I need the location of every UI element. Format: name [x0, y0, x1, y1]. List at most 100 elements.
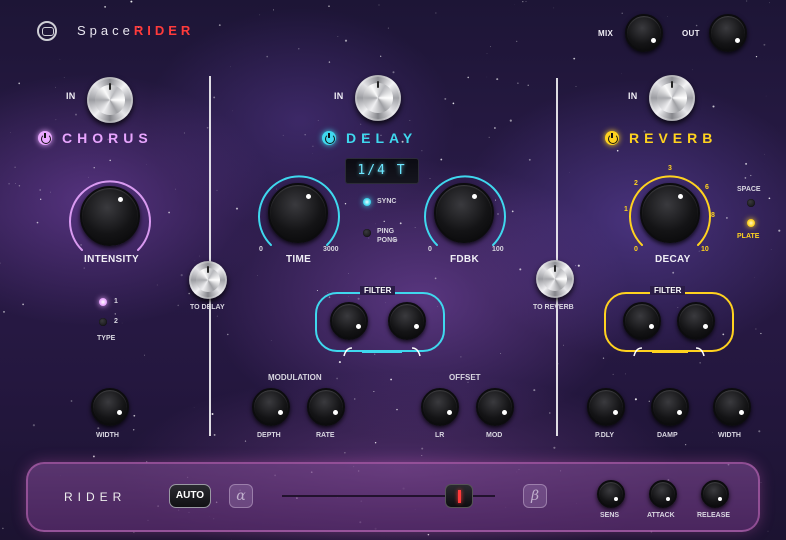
- reverb-width-knob[interactable]: [713, 388, 751, 426]
- star: [392, 71, 395, 74]
- star: [244, 440, 247, 442]
- rider-slider-handle[interactable]: [445, 484, 473, 508]
- helmet-logo-icon: [37, 21, 57, 41]
- reverb-in-knob[interactable]: [649, 75, 695, 121]
- decay-scale-10: 10: [701, 246, 709, 253]
- reverb-filter-high-knob[interactable]: [677, 302, 715, 340]
- rider-title: RIDER: [64, 490, 127, 504]
- star: [577, 264, 580, 267]
- rider-attack-knob[interactable]: [649, 480, 677, 508]
- rider-release-knob[interactable]: [701, 480, 729, 508]
- reverb-pdly-knob[interactable]: [587, 388, 625, 426]
- offset-mod-label: MOD: [486, 432, 503, 439]
- delay-title: DELAY: [346, 130, 418, 146]
- star: [758, 430, 761, 433]
- delay-filter-curve-icon: [343, 347, 421, 357]
- star: [440, 158, 443, 161]
- star: [75, 113, 77, 116]
- star: [316, 289, 318, 292]
- delay-time-display[interactable]: 1/4 T: [345, 158, 419, 184]
- star: [328, 5, 330, 7]
- reverb-space-led[interactable]: [747, 199, 755, 207]
- star: [218, 24, 221, 26]
- star: [760, 332, 762, 335]
- star: [427, 533, 430, 536]
- reverb-damp-knob[interactable]: [651, 388, 689, 426]
- to-delay-knob[interactable]: [189, 261, 227, 299]
- star: [133, 414, 136, 417]
- mod-depth-knob[interactable]: [252, 388, 290, 426]
- star: [452, 102, 455, 105]
- star: [750, 174, 752, 177]
- mix-knob[interactable]: [625, 14, 663, 52]
- star: [500, 353, 502, 354]
- chorus-width-knob[interactable]: [91, 388, 129, 426]
- star: [273, 9, 275, 11]
- reverb-plate-label: PLATE: [737, 233, 760, 240]
- star: [3, 311, 5, 313]
- star: [130, 0, 133, 3]
- chorus-intensity-knob[interactable]: [80, 186, 140, 246]
- chorus-power-icon[interactable]: [38, 131, 52, 145]
- rider-beta-button[interactable]: β: [523, 484, 547, 508]
- chorus-type-2-led[interactable]: [99, 318, 107, 326]
- star: [177, 304, 179, 307]
- chorus-title: CHORUS: [62, 130, 153, 146]
- star: [104, 6, 106, 8]
- delay-filter-label: FILTER: [360, 286, 396, 295]
- star: [336, 377, 338, 380]
- delay-time-knob[interactable]: [268, 183, 328, 243]
- delay-sync-label: SYNC: [377, 198, 397, 205]
- reverb-power-icon[interactable]: [605, 131, 619, 145]
- delay-sync-led[interactable]: [363, 198, 371, 206]
- delay-fdbk-knob[interactable]: [434, 183, 494, 243]
- delay-pingpong-led[interactable]: [363, 229, 371, 237]
- star: [409, 120, 411, 121]
- star: [634, 398, 637, 401]
- rider-auto-button[interactable]: AUTO: [169, 484, 211, 508]
- rider-sens-knob[interactable]: [597, 480, 625, 508]
- star: [266, 55, 269, 58]
- chorus-type-1-led[interactable]: [99, 298, 107, 306]
- offset-mod-knob[interactable]: [476, 388, 514, 426]
- star: [132, 19, 133, 21]
- out-knob[interactable]: [709, 14, 747, 52]
- to-reverb-label: TO REVERB: [533, 304, 574, 311]
- rider-alpha-button[interactable]: α: [229, 484, 253, 508]
- star: [648, 400, 650, 402]
- delay-fdbk-max: 100: [492, 246, 504, 253]
- delay-filter-high-knob[interactable]: [388, 302, 426, 340]
- reverb-plate-led[interactable]: [747, 219, 755, 227]
- delay-filter-low-knob[interactable]: [330, 302, 368, 340]
- to-reverb-knob[interactable]: [536, 260, 574, 298]
- star: [778, 229, 781, 232]
- star: [194, 260, 196, 262]
- chorus-type-2-label: 2: [114, 318, 118, 325]
- star: [760, 482, 762, 483]
- reverb-pdly-label: P.DLY: [595, 432, 615, 439]
- star: [121, 322, 123, 324]
- star: [63, 77, 65, 79]
- star: [767, 530, 769, 532]
- delay-power-icon[interactable]: [322, 131, 336, 145]
- star: [672, 271, 675, 274]
- star: [563, 344, 564, 346]
- delay-in-knob[interactable]: [355, 75, 401, 121]
- star: [522, 0, 524, 3]
- star: [259, 14, 261, 16]
- star: [168, 211, 170, 214]
- star: [227, 333, 229, 336]
- star: [378, 4, 380, 6]
- star: [625, 373, 626, 375]
- mod-depth-label: DEPTH: [257, 432, 281, 439]
- star: [354, 398, 356, 400]
- reverb-decay-knob[interactable]: [640, 183, 700, 243]
- chorus-in-knob[interactable]: [87, 77, 133, 123]
- offset-lr-knob[interactable]: [421, 388, 459, 426]
- chorus-width-label: WIDTH: [96, 432, 119, 439]
- star: [558, 363, 559, 365]
- mod-rate-knob[interactable]: [307, 388, 345, 426]
- star: [755, 55, 758, 58]
- reverb-filter-low-knob[interactable]: [623, 302, 661, 340]
- chorus-in-label: IN: [66, 91, 76, 101]
